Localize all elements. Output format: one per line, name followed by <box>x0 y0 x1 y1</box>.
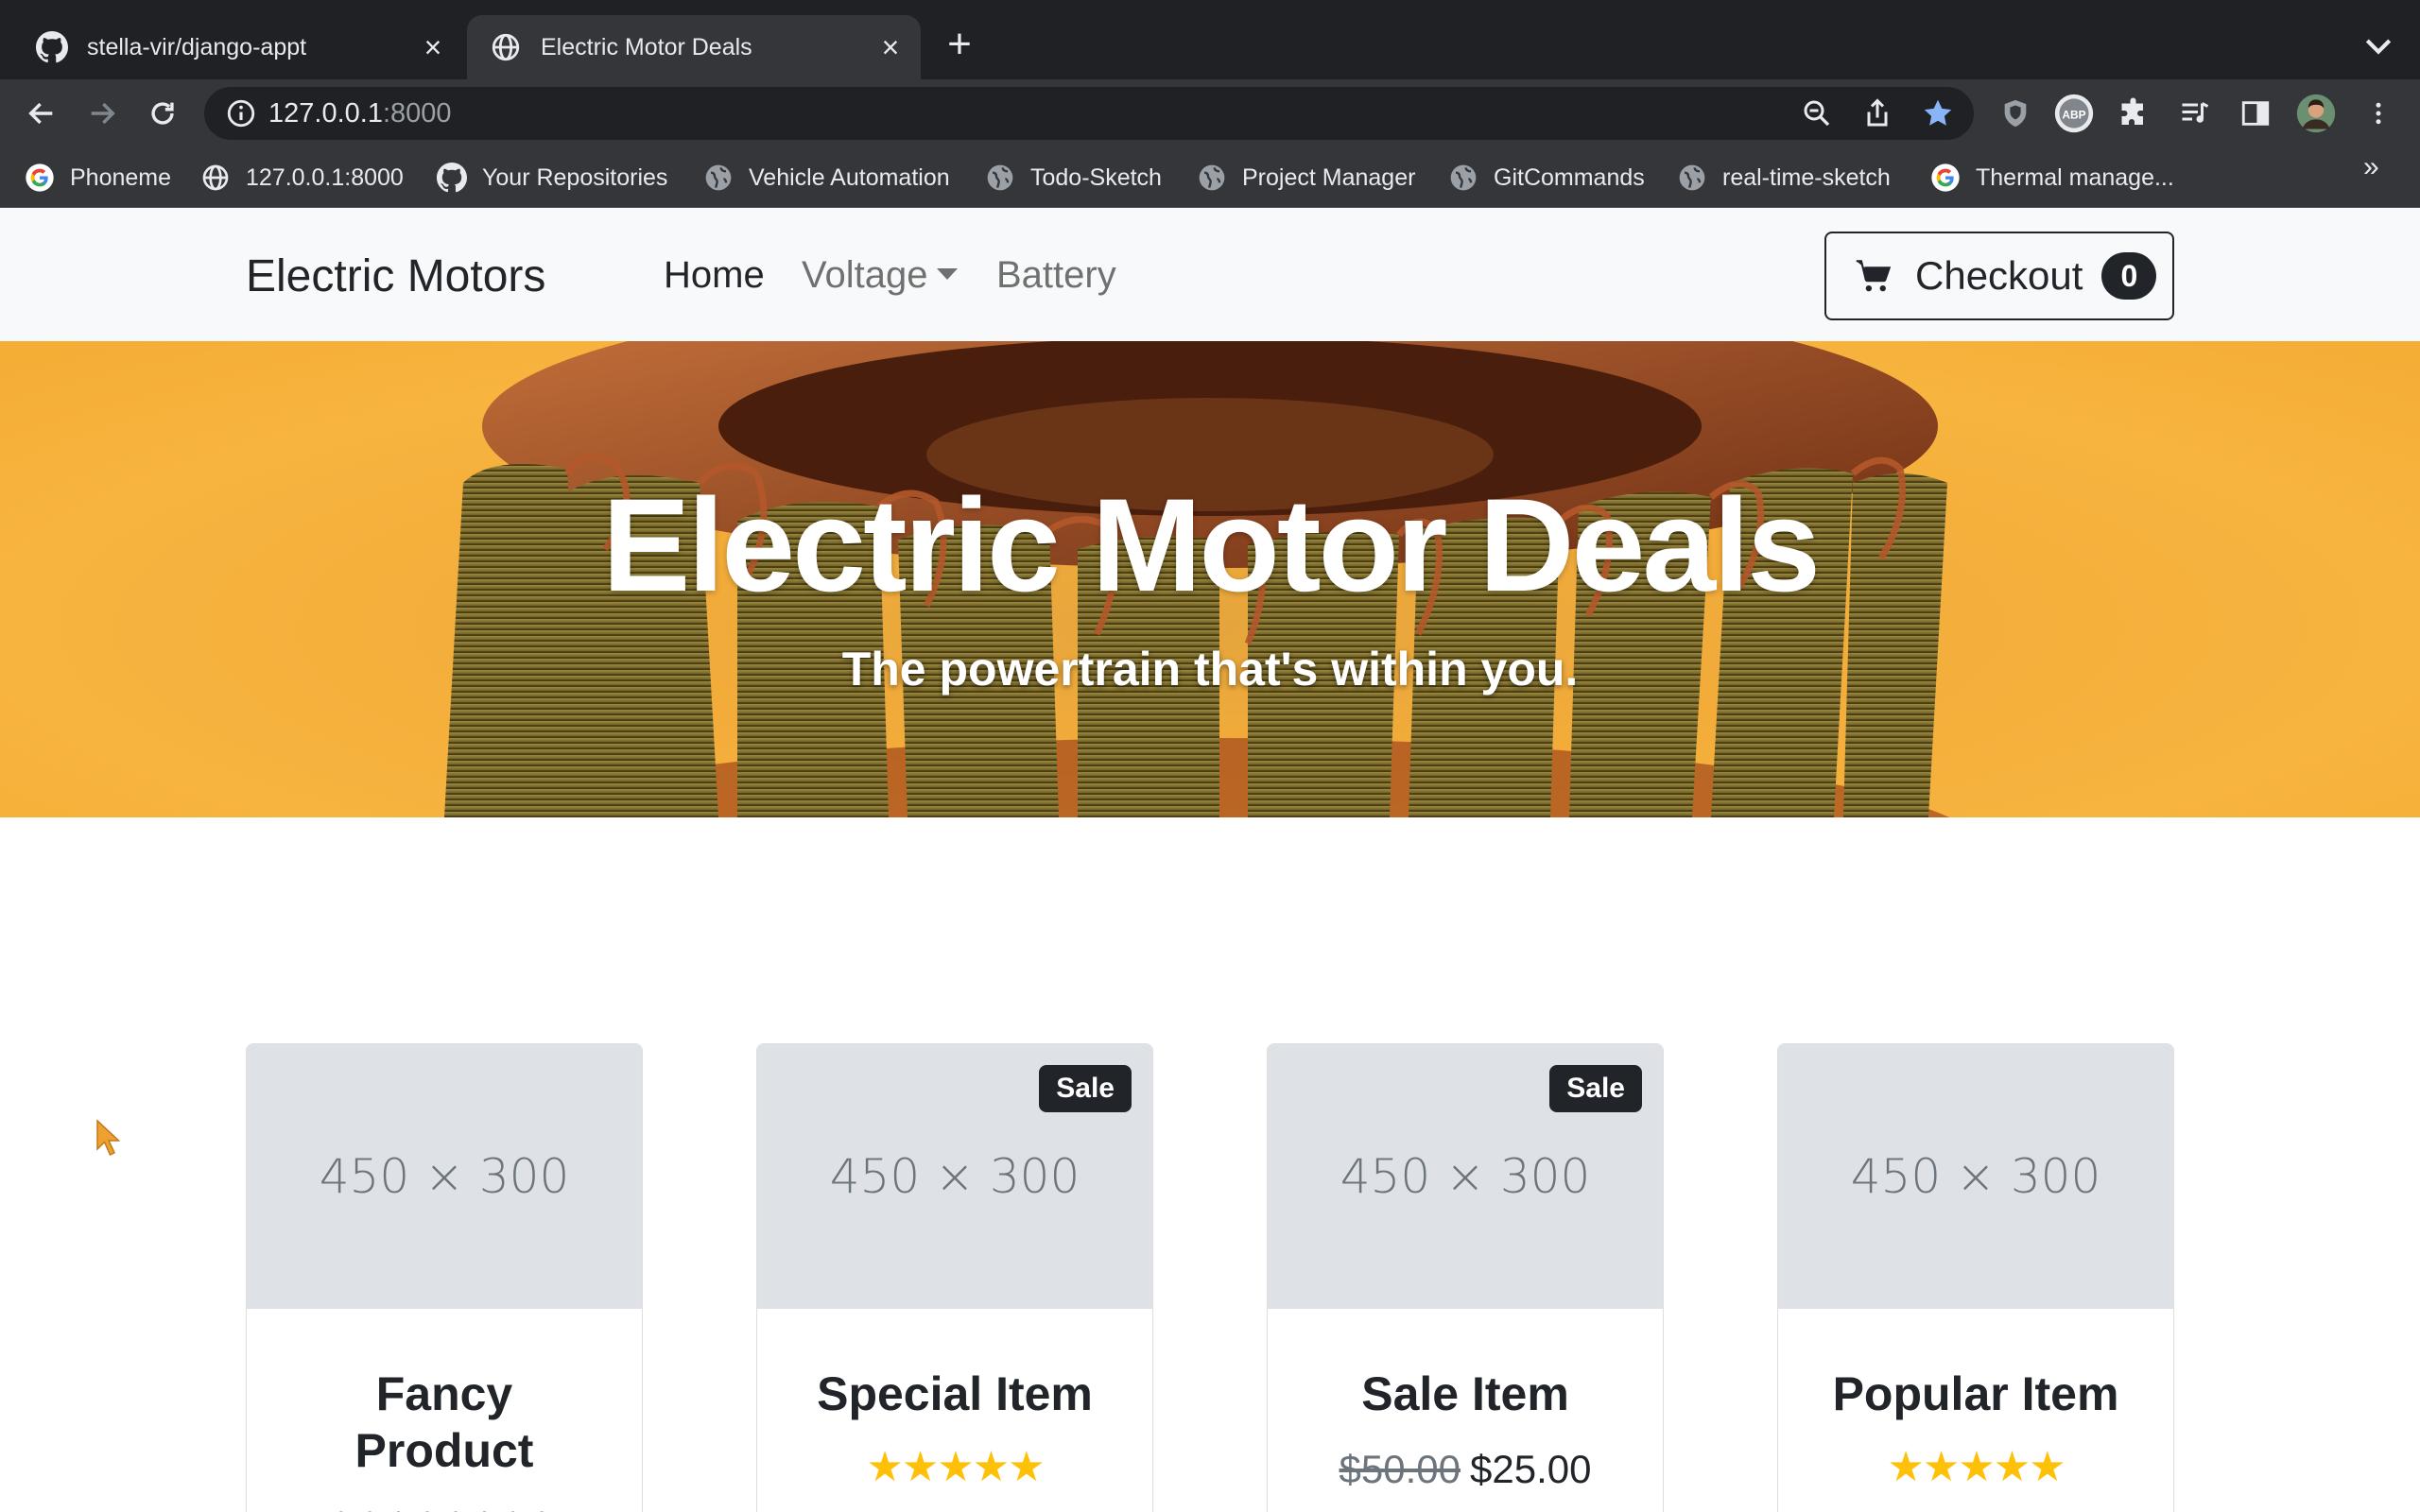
browser-toolbar: 127.0.0.1:8000 ABP <box>0 79 2420 147</box>
bookmark-label: Project Manager <box>1242 163 1416 191</box>
google-icon <box>26 163 54 192</box>
world-icon <box>705 164 732 191</box>
bookmark-gitcommands[interactable]: GitCommands <box>1448 161 1645 195</box>
hero-title: Electric Motor Deals <box>602 471 1821 619</box>
product-name: Popular Item <box>1832 1367 2119 1420</box>
address-bar[interactable]: 127.0.0.1:8000 <box>204 87 1974 140</box>
bookmark-label: Thermal manage... <box>1976 163 2174 191</box>
google-icon <box>1931 163 1960 192</box>
cart-icon <box>1856 260 1892 292</box>
bookmark-label: Your Repositories <box>482 163 668 191</box>
cart-count-badge: 0 <box>2101 252 2157 300</box>
product-name: Special Item <box>817 1367 1093 1420</box>
github-icon <box>437 163 467 193</box>
caret-down-icon <box>937 268 959 280</box>
sale-price: $25.00 <box>1470 1447 1592 1491</box>
star-rating: ★★★★★ <box>1887 1444 2066 1490</box>
url-host: 127.0.0.1 <box>268 98 383 129</box>
chevron-down-icon[interactable] <box>2360 26 2397 64</box>
bookmark-label: Phoneme <box>70 163 172 191</box>
tab-github[interactable]: stella-vir/django-appt × <box>19 15 463 79</box>
product-price: $50.00 $25.00 <box>1268 1447 1663 1492</box>
checkout-button[interactable]: Checkout 0 <box>1824 232 2174 320</box>
hero-banner: Electric Motor Deals The powertrain that… <box>0 341 2420 817</box>
bookmark-label: real-time-sketch <box>1722 163 1891 191</box>
tab-title: stella-vir/django-appt <box>87 33 307 60</box>
kebab-menu-icon[interactable] <box>2358 93 2399 134</box>
bookmark-star-icon[interactable] <box>1921 96 1955 130</box>
new-tab-button[interactable]: + <box>936 23 983 70</box>
tab-electric-motor-deals[interactable]: Electric Motor Deals × <box>467 15 921 79</box>
nav-voltage-label: Voltage <box>802 254 928 296</box>
adblock-label: ABP <box>2062 109 2085 122</box>
bookmark-todo-sketch[interactable]: Todo-Sketch <box>985 161 1162 195</box>
back-button[interactable] <box>21 93 62 134</box>
world-icon <box>1199 164 1225 191</box>
product-image-placeholder: 450 × 300 <box>247 1044 642 1309</box>
github-icon <box>36 31 68 63</box>
star-rating: ★★★★★ <box>866 1444 1045 1490</box>
site-brand[interactable]: Electric Motors <box>246 250 545 302</box>
media-queue-icon[interactable] <box>2174 93 2216 134</box>
adblock-icon[interactable]: ABP <box>2053 93 2095 134</box>
nav-voltage-dropdown[interactable]: Voltage <box>802 254 959 297</box>
mouse-cursor-icon <box>96 1119 121 1157</box>
bookmark-your-repositories[interactable]: Your Repositories <box>437 161 667 195</box>
side-panel-icon[interactable] <box>2235 93 2276 134</box>
bookmark-localhost[interactable]: 127.0.0.1:8000 <box>200 161 404 195</box>
close-icon[interactable]: × <box>872 28 909 66</box>
bookmark-phoneme[interactable]: Phoneme <box>25 161 171 195</box>
sale-badge: Sale <box>1039 1065 1132 1112</box>
nav-battery[interactable]: Battery <box>996 254 1116 297</box>
hero-subtitle: The powertrain that's within you. <box>841 643 1579 696</box>
product-image-placeholder: 450 × 300 <box>1778 1044 2173 1309</box>
product-card[interactable]: 450 × 300 Fancy Product · · · · · · · · <box>246 1043 643 1512</box>
checkout-label: Checkout <box>1915 253 2083 298</box>
zoom-icon[interactable] <box>1800 96 1834 130</box>
shield-icon[interactable] <box>1995 93 2036 134</box>
product-card[interactable]: 450 × 300 Sale Special Item ★★★★★ <box>756 1043 1153 1512</box>
url-text: 127.0.0.1:8000 <box>268 98 452 129</box>
bookmark-label: Todo-Sketch <box>1030 163 1162 191</box>
profile-avatar[interactable] <box>2295 93 2337 134</box>
nav-home[interactable]: Home <box>664 254 765 297</box>
info-icon[interactable] <box>225 97 257 129</box>
bookmark-label: Vehicle Automation <box>749 163 950 191</box>
world-icon <box>1450 164 1477 191</box>
url-port: :8000 <box>382 98 452 129</box>
more-bookmarks-button[interactable]: » <box>2363 151 2379 183</box>
globe-icon <box>202 164 229 191</box>
globe-icon <box>492 33 520 61</box>
arrow-left-icon <box>28 102 53 125</box>
product-price-preview: · · · · · · · · <box>336 1496 553 1512</box>
browser-tab-bar: stella-vir/django-appt × Electric Motor … <box>0 0 2420 79</box>
puzzle-icon[interactable] <box>2114 93 2155 134</box>
product-name: Fancy Product <box>354 1367 534 1477</box>
arrow-right-icon <box>91 102 115 125</box>
share-icon[interactable] <box>1860 96 1894 130</box>
bookmark-thermal-manage[interactable]: Thermal manage... <box>1930 161 2174 195</box>
bookmark-project-manager[interactable]: Project Manager <box>1197 161 1415 195</box>
product-name: Sale Item <box>1361 1367 1569 1420</box>
tab-title: Electric Motor Deals <box>541 33 752 60</box>
bookmark-vehicle-automation[interactable]: Vehicle Automation <box>703 161 950 195</box>
bookmark-label: GitCommands <box>1494 163 1645 191</box>
forward-button[interactable] <box>81 93 123 134</box>
sale-badge: Sale <box>1549 1065 1642 1112</box>
product-card[interactable]: 450 × 300 Popular Item ★★★★★ <box>1777 1043 2174 1512</box>
world-icon <box>987 164 1013 191</box>
bookmark-label: 127.0.0.1:8000 <box>246 163 404 191</box>
reload-icon <box>151 102 174 125</box>
reload-button[interactable] <box>142 93 183 134</box>
world-icon <box>1679 164 1705 191</box>
product-card[interactable]: 450 × 300 Sale Sale Item $50.00 $25.00 <box>1267 1043 1664 1512</box>
site-navbar: Electric Motors Home Voltage Battery Che… <box>0 209 2420 341</box>
old-price: $50.00 <box>1339 1447 1461 1491</box>
close-icon[interactable]: × <box>414 28 452 66</box>
bookmark-real-time-sketch[interactable]: real-time-sketch <box>1677 161 1891 195</box>
